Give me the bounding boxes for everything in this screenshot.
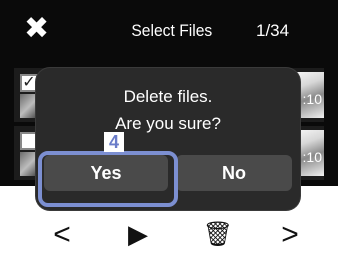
next-button[interactable]: >: [270, 212, 310, 257]
step-number-badge: 4: [104, 132, 124, 152]
play-icon[interactable]: ▶: [118, 212, 158, 257]
step-highlight-box: [38, 151, 178, 207]
previous-button[interactable]: <: [42, 212, 82, 257]
close-icon[interactable]: ✖: [24, 12, 54, 46]
bottom-toolbar: < ▶ 🗑 >: [0, 212, 338, 257]
top-bar: ✖ Select Files 1/34: [0, 0, 338, 58]
dialog-message-line2: Are you sure?: [115, 114, 221, 133]
no-button[interactable]: No: [176, 155, 292, 191]
trash-icon[interactable]: 🗑: [198, 212, 238, 257]
screen-title: Select Files: [131, 21, 213, 40]
dialog-message-line1: Delete files.: [123, 87, 213, 106]
device-screen: ✖ Select Files 1/34 ✓ :10 :10 Delete fil…: [0, 0, 338, 257]
file-counter: 1/34: [256, 21, 290, 40]
